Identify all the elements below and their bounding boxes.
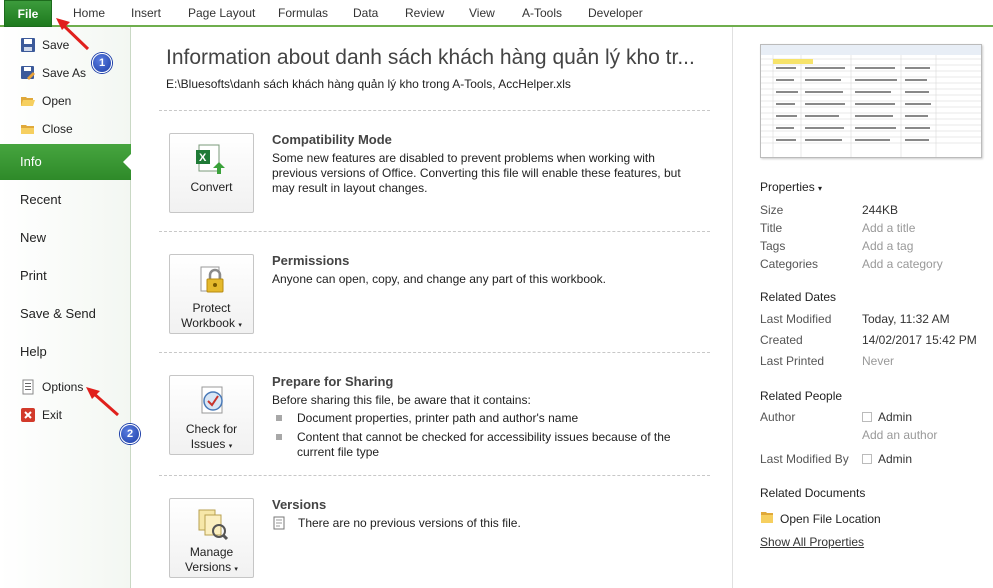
annotation-badge-2: 2: [120, 424, 140, 444]
annotation-overlay: [56, 18, 119, 417]
annotation-badge-1: 1: [92, 53, 112, 73]
